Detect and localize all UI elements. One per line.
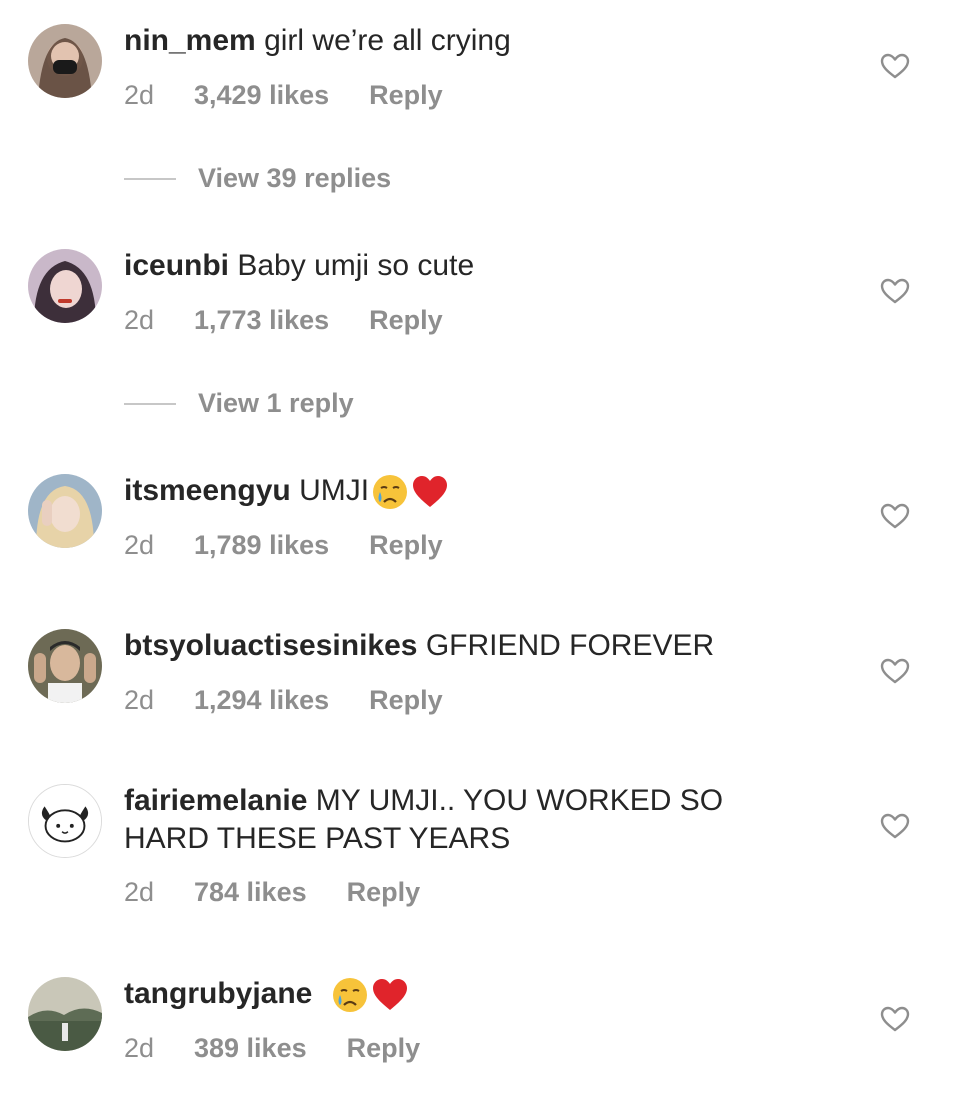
comment-time: 2d <box>124 877 155 907</box>
comment-likes[interactable]: 1,294 likes <box>194 685 329 716</box>
heart-outline-icon[interactable] <box>880 812 910 840</box>
red-heart-emoji-icon <box>371 976 409 1014</box>
avatar[interactable] <box>28 784 102 858</box>
heart-outline-icon[interactable] <box>880 502 910 530</box>
comment-username[interactable]: fairiemelanie <box>124 784 307 817</box>
reply-button[interactable]: Reply <box>369 80 443 111</box>
comment-meta: 2d 1,294 likes Reply <box>124 685 443 716</box>
comment-body: Baby umji so cute <box>237 249 475 282</box>
reply-button[interactable]: Reply <box>347 1033 421 1064</box>
comment-body: UMJI <box>299 474 370 507</box>
view-replies-button[interactable]: View 39 replies <box>124 163 391 194</box>
comment-meta: 2d 3,429 likes Reply <box>124 80 443 111</box>
comment-meta: 2d 1,789 likes Reply <box>124 530 443 561</box>
comment-username[interactable]: tangrubyjane <box>124 977 312 1010</box>
avatar[interactable] <box>28 629 102 703</box>
comment-likes[interactable]: 1,773 likes <box>194 305 329 336</box>
comment-time: 2d <box>124 685 155 715</box>
reply-button[interactable]: Reply <box>369 305 443 336</box>
view-replies-label: View 1 reply <box>198 388 354 418</box>
reply-button[interactable]: Reply <box>369 685 443 716</box>
heart-outline-icon[interactable] <box>880 657 910 685</box>
comment-username[interactable]: itsmeengyu <box>124 474 291 507</box>
comment-text: itsmeengyu UMJI <box>124 472 804 511</box>
comment-time: 2d <box>124 530 155 560</box>
comment-time: 2d <box>124 1033 155 1063</box>
comment-meta: 2d 784 likes Reply <box>124 877 420 908</box>
view-replies-label: View 39 replies <box>198 163 392 193</box>
comment-text: btsyoluactisesinikes GFRIEND FOREVER <box>124 627 804 665</box>
comment-meta: 2d 389 likes Reply <box>124 1033 420 1064</box>
avatar[interactable] <box>28 474 102 548</box>
crying-face-emoji-icon <box>371 473 409 511</box>
comment-time: 2d <box>124 80 155 110</box>
reply-button[interactable]: Reply <box>369 530 443 561</box>
comment-username[interactable]: nin_mem <box>124 24 256 57</box>
comment-likes[interactable]: 389 likes <box>194 1033 307 1064</box>
avatar[interactable] <box>28 24 102 98</box>
comment-text: nin_mem girl we’re all crying <box>124 22 804 60</box>
comment-time: 2d <box>124 305 155 335</box>
comment-body: GFRIEND FOREVER <box>425 629 715 662</box>
comment-username[interactable]: iceunbi <box>124 249 229 282</box>
comment-body: girl we’re all crying <box>264 24 511 57</box>
comment-likes[interactable]: 3,429 likes <box>194 80 329 111</box>
heart-outline-icon[interactable] <box>880 52 910 80</box>
comment-text: fairiemelanie MY UMJI.. YOU WORKED SO HA… <box>124 782 804 858</box>
comment-username[interactable]: btsyoluactisesinikes <box>124 629 417 662</box>
divider-line <box>124 177 176 180</box>
crying-face-emoji-icon <box>331 976 369 1014</box>
comment-text: tangrubyjane <box>124 975 804 1014</box>
divider-line <box>124 402 176 405</box>
view-replies-button[interactable]: View 1 reply <box>124 388 354 419</box>
heart-outline-icon[interactable] <box>880 277 910 305</box>
comment-likes[interactable]: 784 likes <box>194 877 307 908</box>
comment-text: iceunbi Baby umji so cute <box>124 247 804 285</box>
comment-meta: 2d 1,773 likes Reply <box>124 305 443 336</box>
reply-button[interactable]: Reply <box>347 877 421 908</box>
heart-outline-icon[interactable] <box>880 1005 910 1033</box>
red-heart-emoji-icon <box>411 473 449 511</box>
comment-likes[interactable]: 1,789 likes <box>194 530 329 561</box>
avatar[interactable] <box>28 249 102 323</box>
avatar[interactable] <box>28 977 102 1051</box>
